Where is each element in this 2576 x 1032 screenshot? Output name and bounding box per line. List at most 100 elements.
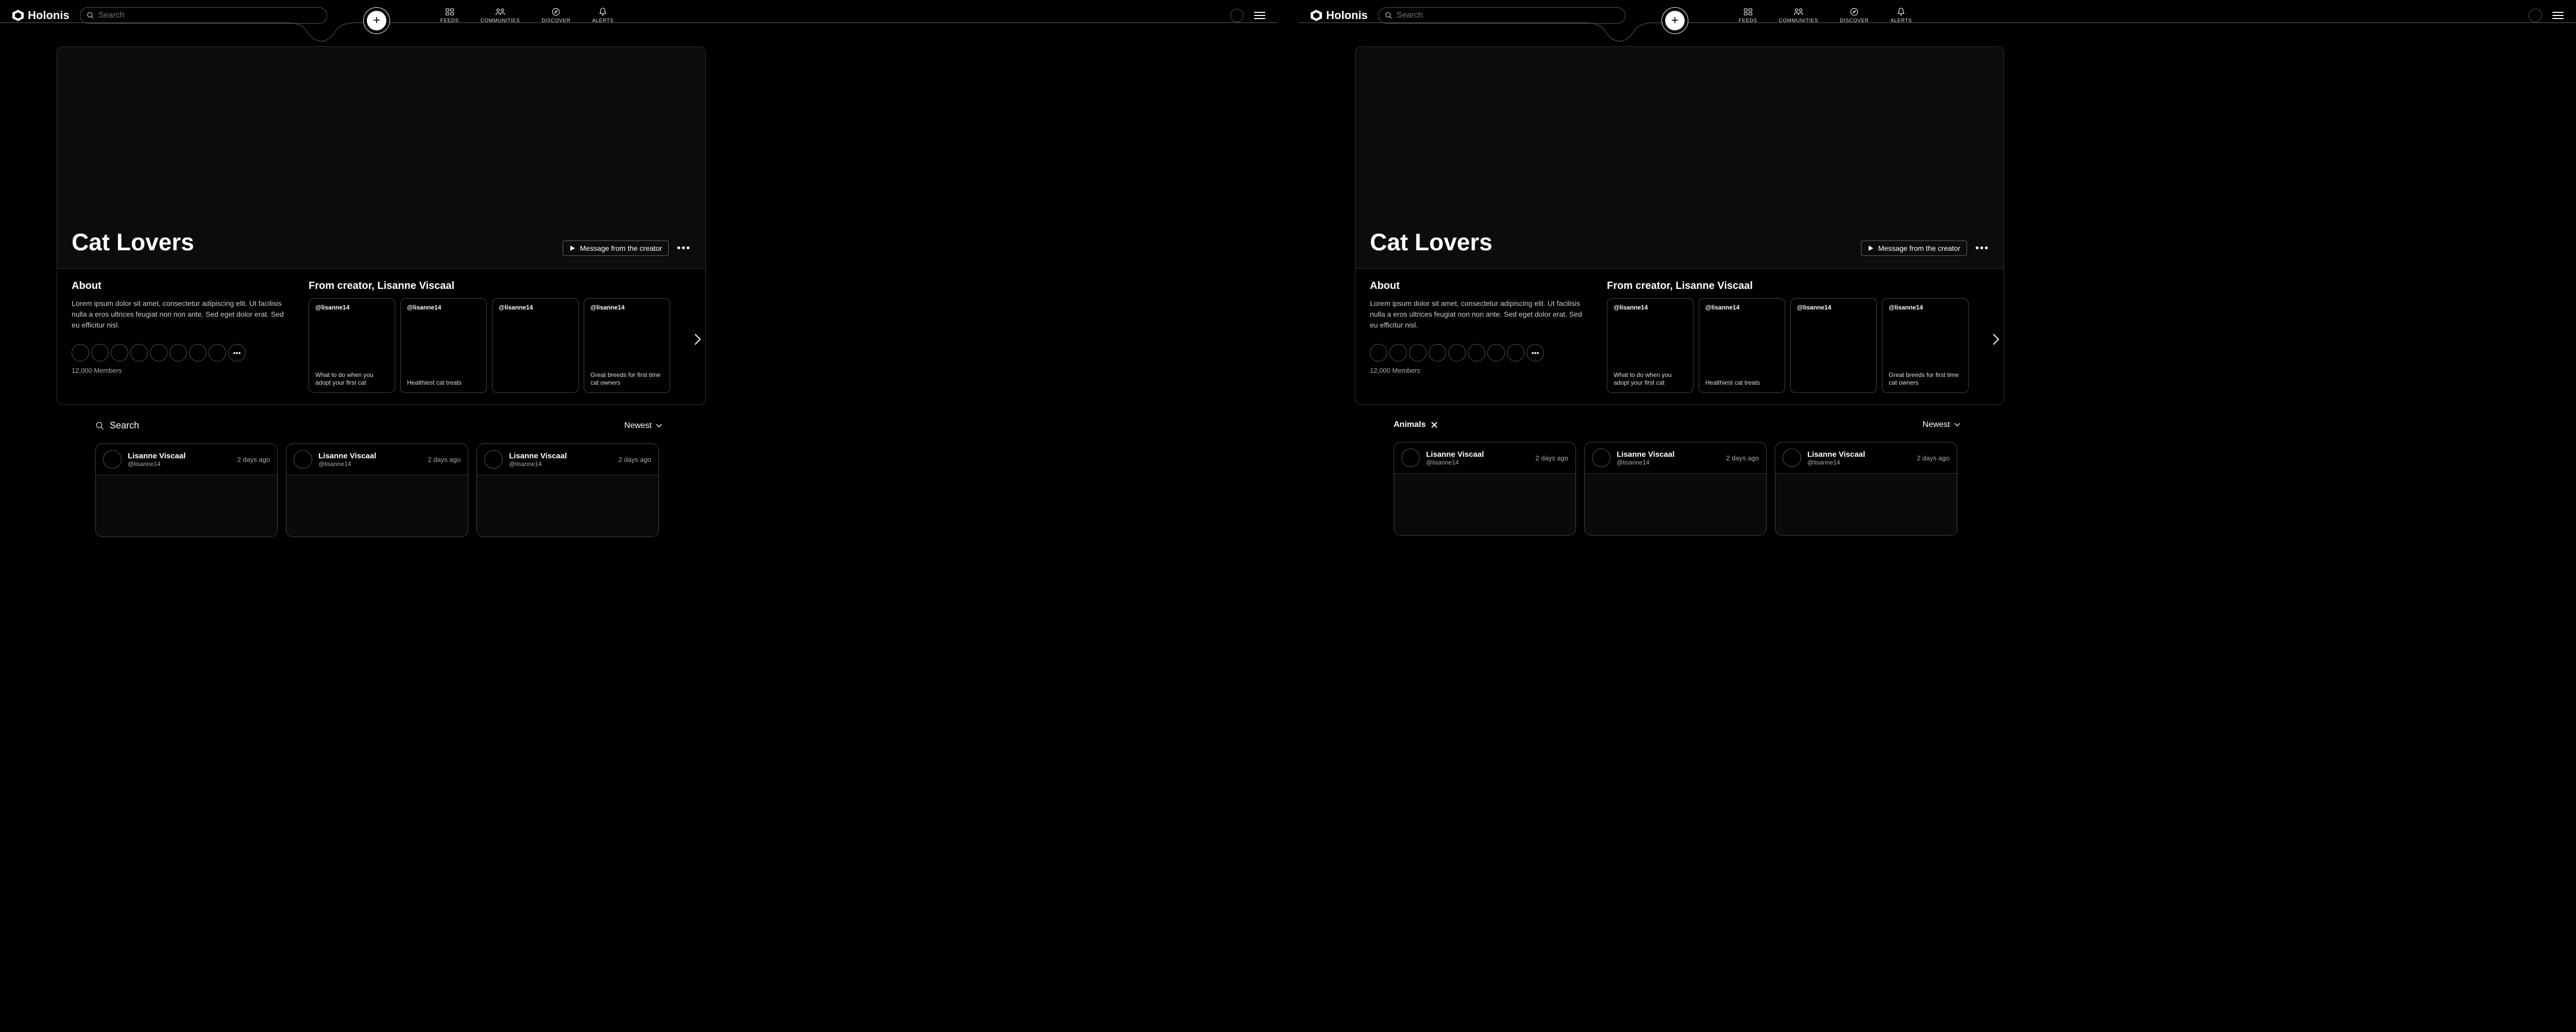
member-more-button[interactable]: ••• xyxy=(228,344,246,362)
post-avatar[interactable] xyxy=(1401,449,1420,467)
feed-controls: Search Newest xyxy=(95,420,662,431)
creator-heading: From creator, Lisanne Viscaal xyxy=(1607,280,1989,292)
user-avatar[interactable] xyxy=(1230,9,1244,22)
creator-cards: @lisanne14 What to do when you adopt you… xyxy=(309,298,691,393)
creator-card[interactable]: @lisanne14 Great breeds for first time c… xyxy=(584,298,670,393)
nav-alerts[interactable]: ALERTS xyxy=(592,7,614,24)
member-avatar[interactable] xyxy=(1487,344,1505,362)
member-avatar[interactable] xyxy=(209,344,226,362)
carousel-next-button[interactable] xyxy=(1988,332,2004,347)
feed-sort-dropdown[interactable]: Newest xyxy=(624,421,662,431)
create-button[interactable]: + xyxy=(363,7,390,34)
post-author[interactable]: Lisanne Viscaal @lisanne14 xyxy=(318,452,376,468)
member-avatar[interactable] xyxy=(1507,344,1524,362)
post-card[interactable]: Lisanne Viscaal @lisanne14 2 days ago xyxy=(95,443,278,537)
carousel-next-button[interactable] xyxy=(690,332,705,347)
post-header: Lisanne Viscaal @lisanne14 2 days ago xyxy=(477,444,658,475)
creator-card[interactable]: @lisanne14 What to do when you adopt you… xyxy=(309,298,395,393)
member-more-button[interactable]: ••• xyxy=(1527,344,1544,362)
member-avatar[interactable] xyxy=(170,344,187,362)
nav-feeds[interactable]: FEEDS xyxy=(440,7,459,24)
post-author[interactable]: Lisanne Viscaal @lisanne14 xyxy=(1807,450,1865,466)
communities-icon xyxy=(495,7,505,16)
nav-discover[interactable]: DISCOVER xyxy=(541,7,570,24)
member-avatar[interactable] xyxy=(91,344,109,362)
member-avatar[interactable] xyxy=(1409,344,1427,362)
global-search[interactable] xyxy=(1378,7,1625,24)
member-avatar[interactable] xyxy=(130,344,148,362)
creator-message-button[interactable]: Message from the creator xyxy=(563,240,669,256)
menu-button[interactable] xyxy=(2552,12,2564,19)
member-avatar[interactable] xyxy=(111,344,128,362)
post-avatar[interactable] xyxy=(1783,449,1801,467)
menu-button[interactable] xyxy=(1254,12,1265,19)
member-avatar[interactable] xyxy=(1389,344,1407,362)
chevron-down-icon xyxy=(656,424,662,428)
member-avatar[interactable] xyxy=(1468,344,1485,362)
post-card[interactable]: Lisanne Viscaal @lisanne14 2 days ago xyxy=(1584,442,1767,536)
post-time: 2 days ago xyxy=(618,456,651,463)
nav-items: FEEDS COMMUNITIES DISCOVER ALERTS xyxy=(1739,7,1912,24)
brand-logo[interactable]: Holonis xyxy=(12,9,70,22)
global-search[interactable] xyxy=(80,7,327,24)
close-icon[interactable] xyxy=(1431,421,1438,428)
creator-card[interactable]: @lisanne14 xyxy=(1790,298,1877,393)
user-avatar[interactable] xyxy=(2529,9,2542,22)
post-author[interactable]: Lisanne Viscaal @lisanne14 xyxy=(1426,450,1484,466)
member-avatar[interactable] xyxy=(1429,344,1446,362)
creator-card[interactable]: @lisanne14 Great breeds for first time c… xyxy=(1882,298,1969,393)
search-icon xyxy=(1385,11,1393,20)
post-author[interactable]: Lisanne Viscaal @lisanne14 xyxy=(1617,450,1674,466)
member-count: 12,000 Members xyxy=(72,367,288,374)
more-options-button[interactable]: ••• xyxy=(1975,243,1989,254)
feed-search[interactable]: Search xyxy=(95,420,139,431)
nav-feeds[interactable]: FEEDS xyxy=(1739,7,1757,24)
member-avatar[interactable] xyxy=(72,344,89,362)
discover-icon xyxy=(1849,7,1859,16)
feed-controls: Animals Newest xyxy=(1394,420,1960,429)
creator-card[interactable]: @lisanne14 xyxy=(492,298,579,393)
post-card[interactable]: Lisanne Viscaal @lisanne14 2 days ago xyxy=(286,443,468,537)
creator-heading: From creator, Lisanne Viscaal xyxy=(309,280,691,292)
nav-alerts[interactable]: ALERTS xyxy=(1890,7,1912,24)
post-body xyxy=(286,475,468,537)
member-avatar[interactable] xyxy=(1448,344,1466,362)
post-avatar[interactable] xyxy=(103,450,122,469)
global-search-input[interactable] xyxy=(98,11,320,20)
post-card[interactable]: Lisanne Viscaal @lisanne14 2 days ago xyxy=(477,443,659,537)
post-card[interactable]: Lisanne Viscaal @lisanne14 2 days ago xyxy=(1394,442,1576,536)
about-section: About Lorem ipsum dolor sit amet, consec… xyxy=(72,280,288,393)
post-avatar[interactable] xyxy=(484,450,503,469)
feed-sort-dropdown[interactable]: Newest xyxy=(1923,420,1960,429)
creator-message-button[interactable]: Message from the creator xyxy=(1861,240,1967,256)
feed-cards: Lisanne Viscaal @lisanne14 2 days ago Li… xyxy=(95,443,1278,537)
nav-communities[interactable]: COMMUNITIES xyxy=(481,7,520,24)
post-avatar[interactable] xyxy=(1592,449,1611,467)
feed-cards: Lisanne Viscaal @lisanne14 2 days ago Li… xyxy=(1394,442,2576,536)
create-button[interactable]: + xyxy=(1662,7,1688,34)
brand-name: Holonis xyxy=(1326,9,1368,22)
post-author[interactable]: Lisanne Viscaal @lisanne14 xyxy=(509,452,567,468)
post-body xyxy=(477,475,658,537)
nav-discover[interactable]: DISCOVER xyxy=(1840,7,1869,24)
creator-card[interactable]: @lisanne14 Healthiest cat treats xyxy=(1699,298,1785,393)
community-panel: Cat Lovers Message from the creator ••• … xyxy=(57,46,706,405)
app-window-right: Holonis FEEDS COMMUNITIES DISCOVER ALERT… xyxy=(1298,0,2576,1032)
post-body xyxy=(1585,473,1766,535)
post-avatar[interactable] xyxy=(294,450,312,469)
community-hero: Cat Lovers Message from the creator ••• xyxy=(1355,47,2004,268)
member-avatar[interactable] xyxy=(189,344,207,362)
more-options-button[interactable]: ••• xyxy=(677,243,691,254)
creator-card[interactable]: @lisanne14 Healthiest cat treats xyxy=(400,298,487,393)
global-search-input[interactable] xyxy=(1397,11,1619,20)
post-card[interactable]: Lisanne Viscaal @lisanne14 2 days ago xyxy=(1775,442,1957,536)
member-avatar[interactable] xyxy=(150,344,167,362)
brand-logo[interactable]: Holonis xyxy=(1311,9,1368,22)
feed-filter-tag[interactable]: Animals xyxy=(1394,420,1438,429)
member-avatar[interactable] xyxy=(1370,344,1387,362)
nav-communities[interactable]: COMMUNITIES xyxy=(1779,7,1819,24)
creator-card[interactable]: @lisanne14 What to do when you adopt you… xyxy=(1607,298,1693,393)
member-avatars: ••• xyxy=(72,344,288,362)
play-icon xyxy=(569,245,575,251)
post-author[interactable]: Lisanne Viscaal @lisanne14 xyxy=(128,452,185,468)
